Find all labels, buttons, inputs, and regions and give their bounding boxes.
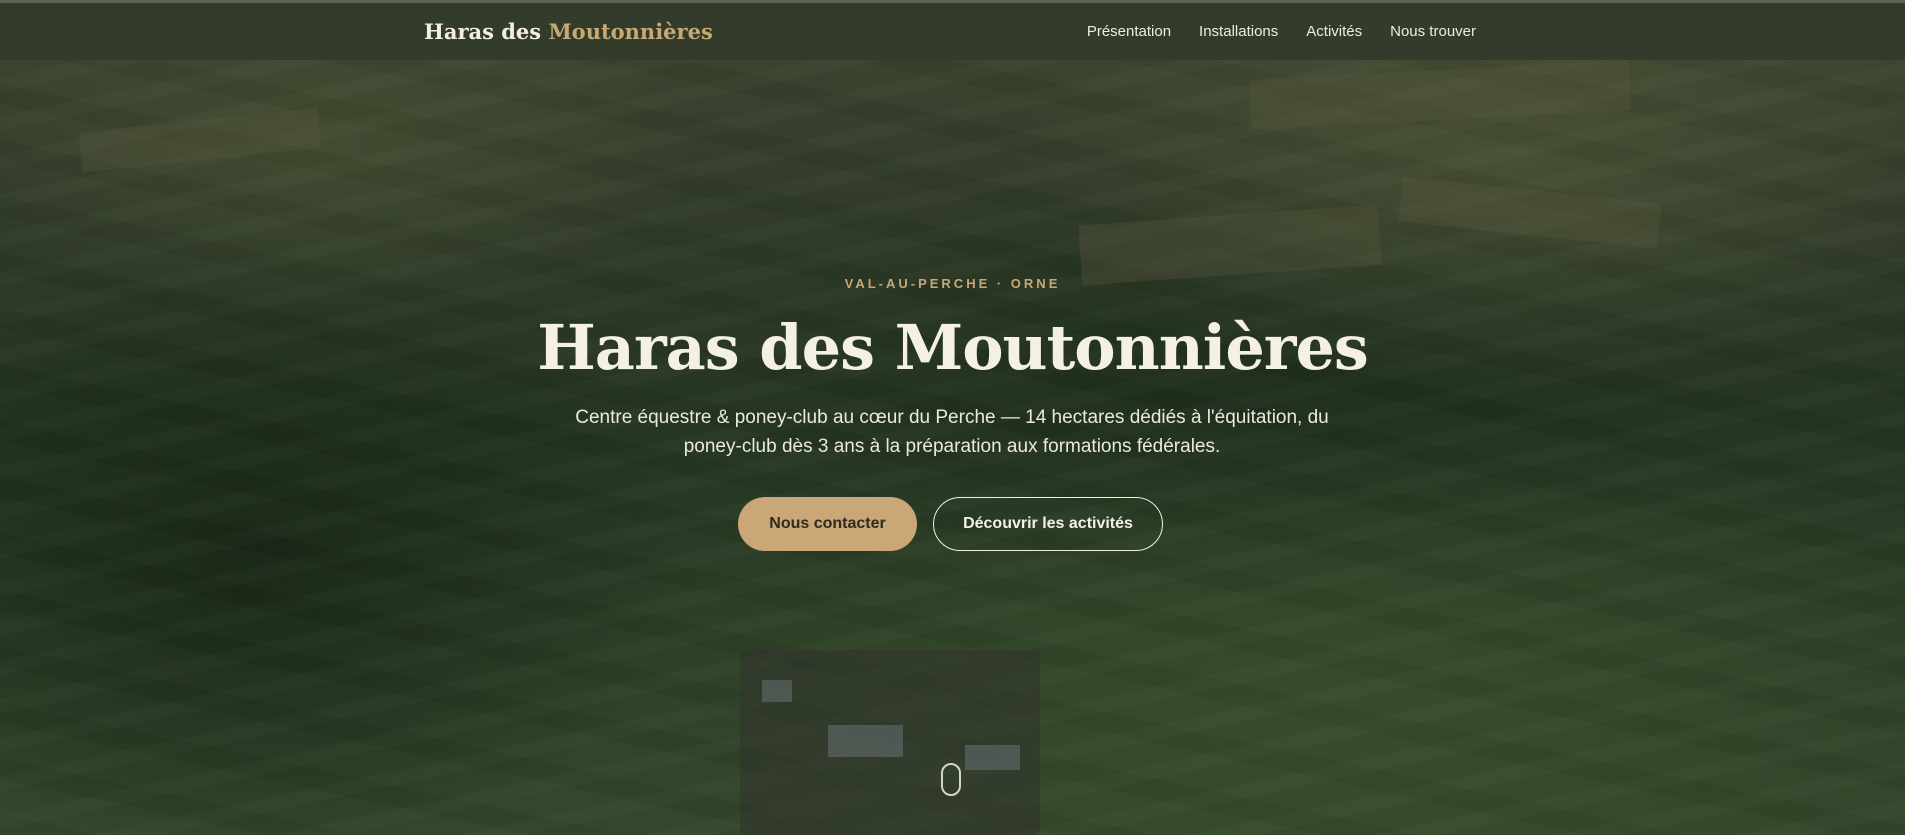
- hero-section: VAL-AU-PERCHE · ORNE Haras des Moutonniè…: [0, 0, 1905, 835]
- brand-name: Haras des: [424, 19, 549, 44]
- nav-link-installations[interactable]: Installations: [1199, 23, 1278, 40]
- hero-description: Centre équestre & poney-club au cœur du …: [575, 407, 1329, 457]
- site-logo[interactable]: Haras des Moutonnières: [424, 19, 713, 44]
- contact-button[interactable]: Nous contacter: [738, 497, 917, 551]
- brand-name-accent: Moutonnières: [548, 19, 713, 44]
- mouse-scroll-icon[interactable]: [941, 763, 961, 796]
- nav-link-activites[interactable]: Activités: [1306, 23, 1362, 40]
- nav-link-presentation[interactable]: Présentation: [1087, 23, 1171, 40]
- main-nav: Présentation Installations Activités Nou…: [1087, 23, 1476, 40]
- site-header: Haras des Moutonnières Présentation Inst…: [0, 0, 1905, 60]
- nav-link-nous-trouver[interactable]: Nous trouver: [1390, 23, 1476, 40]
- discover-activities-button[interactable]: Découvrir les activités: [933, 497, 1163, 551]
- hero-location: VAL-AU-PERCHE · ORNE: [844, 276, 1061, 291]
- hero-title: Haras des Moutonnières: [537, 311, 1369, 384]
